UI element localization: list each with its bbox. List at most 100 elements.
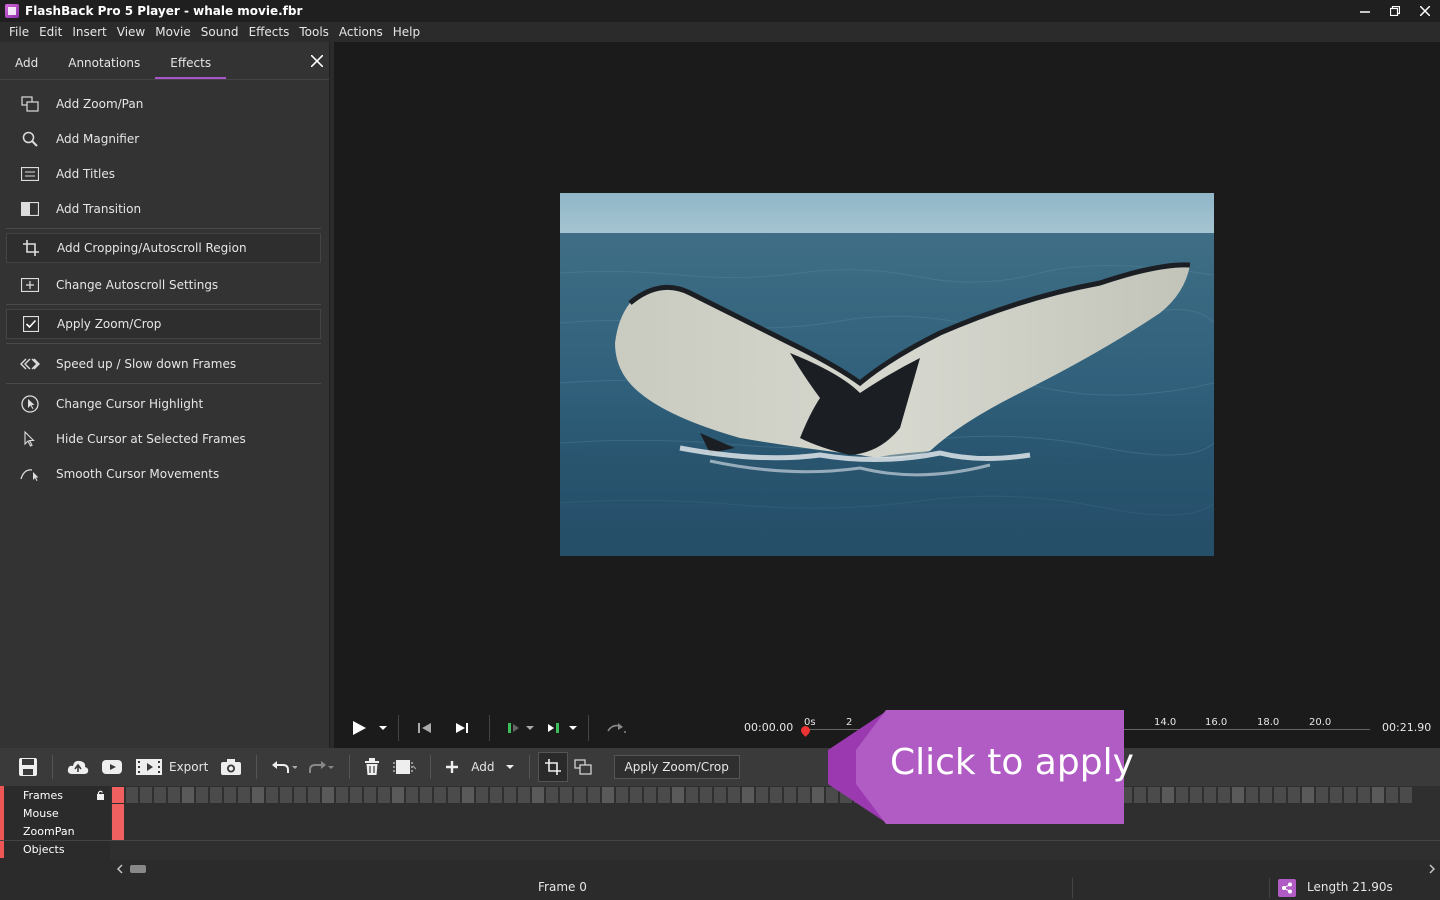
menu-movie[interactable]: Movie [150, 25, 196, 39]
frame-cell[interactable] [1176, 787, 1188, 803]
frame-cell[interactable] [448, 787, 460, 803]
frame-cell[interactable] [392, 787, 404, 803]
effect-add-transition[interactable]: Add Transition [6, 191, 321, 226]
frame-cell[interactable] [476, 787, 488, 803]
effect-change-autoscroll[interactable]: Change Autoscroll Settings [6, 267, 321, 302]
skip-to-start-icon[interactable] [407, 708, 443, 748]
effect-speed-frames[interactable]: Speed up / Slow down Frames [6, 346, 321, 381]
frame-cell[interactable] [798, 787, 810, 803]
frame-cell[interactable] [252, 787, 264, 803]
menu-view[interactable]: View [112, 25, 150, 39]
scroll-thumb[interactable] [130, 865, 146, 873]
track-frames[interactable]: Frames [0, 786, 110, 804]
effect-add-titles[interactable]: Add Titles [6, 156, 321, 191]
frame-cell[interactable] [518, 787, 530, 803]
crop-toggle-icon[interactable] [537, 752, 568, 782]
split-frames-icon[interactable] [386, 752, 422, 782]
effect-hide-cursor[interactable]: Hide Cursor at Selected Frames [6, 421, 321, 456]
snapshot-camera-icon[interactable] [214, 752, 248, 782]
upload-cloud-icon[interactable] [61, 752, 95, 782]
frame-cell[interactable] [196, 787, 208, 803]
frame-cell[interactable] [644, 787, 656, 803]
redo-icon[interactable] [303, 752, 341, 782]
tab-add[interactable]: Add [0, 42, 53, 80]
frame-cell[interactable] [1148, 787, 1160, 803]
save-icon[interactable] [12, 752, 44, 782]
panel-close-icon[interactable] [307, 51, 327, 71]
loop-icon[interactable] [597, 708, 637, 748]
frame-cell[interactable] [1260, 787, 1272, 803]
zoompan-keyframe[interactable] [112, 822, 124, 840]
frame-cell[interactable] [1316, 787, 1328, 803]
frame-cell[interactable] [1232, 787, 1244, 803]
mark-out-icon[interactable] [542, 708, 566, 748]
frame-cell[interactable] [1358, 787, 1370, 803]
menu-file[interactable]: File [4, 25, 34, 39]
frame-cell[interactable] [700, 787, 712, 803]
frame-cell[interactable] [378, 787, 390, 803]
mark-in-icon[interactable] [504, 708, 524, 748]
frame-cell[interactable] [1400, 787, 1412, 803]
menu-effects[interactable]: Effects [244, 25, 295, 39]
frame-cell[interactable] [1344, 787, 1356, 803]
mouse-keyframe[interactable] [112, 804, 124, 822]
frame-cell[interactable] [1204, 787, 1216, 803]
menu-insert[interactable]: Insert [67, 25, 111, 39]
frame-cell[interactable] [1190, 787, 1202, 803]
frame-cell[interactable] [770, 787, 782, 803]
frame-cell[interactable] [1218, 787, 1230, 803]
frame-cell[interactable] [126, 787, 138, 803]
frame-cell[interactable] [154, 787, 166, 803]
frame-cell[interactable] [1162, 787, 1174, 803]
frame-cell[interactable] [350, 787, 362, 803]
frame-cell[interactable] [714, 787, 726, 803]
effect-smooth-cursor[interactable]: Smooth Cursor Movements [6, 456, 321, 491]
frame-cell[interactable] [364, 787, 376, 803]
export-button[interactable]: Export [129, 752, 214, 782]
menu-tools[interactable]: Tools [294, 25, 334, 39]
effect-add-cropping[interactable]: Add Cropping/Autoscroll Region [6, 233, 321, 263]
frame-cell[interactable] [182, 787, 194, 803]
frame-cell[interactable] [280, 787, 292, 803]
frame-cell[interactable] [308, 787, 320, 803]
frame-cell[interactable] [1386, 787, 1398, 803]
delete-trash-icon[interactable] [358, 752, 386, 782]
frame-cell[interactable] [490, 787, 502, 803]
scroll-right-icon[interactable] [1428, 864, 1436, 874]
menu-actions[interactable]: Actions [334, 25, 388, 39]
frame-cell[interactable] [210, 787, 222, 803]
timeline-scrollbar[interactable] [112, 862, 1440, 876]
play-options-chevron-icon[interactable] [376, 708, 390, 748]
effect-apply-zoom-crop[interactable]: Apply Zoom/Crop [6, 309, 321, 339]
frame-cell[interactable] [672, 787, 684, 803]
minimize-icon[interactable] [1350, 0, 1380, 22]
frame-cell[interactable] [266, 787, 278, 803]
undo-icon[interactable] [265, 752, 303, 782]
frame-cell[interactable] [574, 787, 586, 803]
track-mouse[interactable]: Mouse [0, 804, 110, 822]
effect-add-magnifier[interactable]: Add Magnifier [6, 121, 321, 156]
menu-help[interactable]: Help [388, 25, 425, 39]
frames-track-row[interactable] [112, 786, 1426, 804]
frame-cell[interactable] [1246, 787, 1258, 803]
frame-cell[interactable] [168, 787, 180, 803]
frame-cell[interactable] [742, 787, 754, 803]
frame-cell[interactable] [336, 787, 348, 803]
frame-cell[interactable] [532, 787, 544, 803]
tab-annotations[interactable]: Annotations [53, 42, 155, 80]
frame-cell[interactable] [322, 787, 334, 803]
frame-cell[interactable] [1372, 787, 1384, 803]
mouse-track-row[interactable] [112, 804, 1426, 822]
mark-out-chevron-icon[interactable] [566, 708, 580, 748]
add-button[interactable]: Add [439, 752, 520, 782]
frame-cell[interactable] [1288, 787, 1300, 803]
restore-icon[interactable] [1380, 0, 1410, 22]
frame-cell[interactable] [1330, 787, 1342, 803]
frame-cell[interactable] [728, 787, 740, 803]
frame-cell[interactable] [616, 787, 628, 803]
frame-cell[interactable] [294, 787, 306, 803]
frame-cell[interactable] [504, 787, 516, 803]
frame-cell[interactable] [1274, 787, 1286, 803]
play-icon[interactable] [342, 708, 376, 748]
scroll-left-icon[interactable] [116, 864, 124, 874]
